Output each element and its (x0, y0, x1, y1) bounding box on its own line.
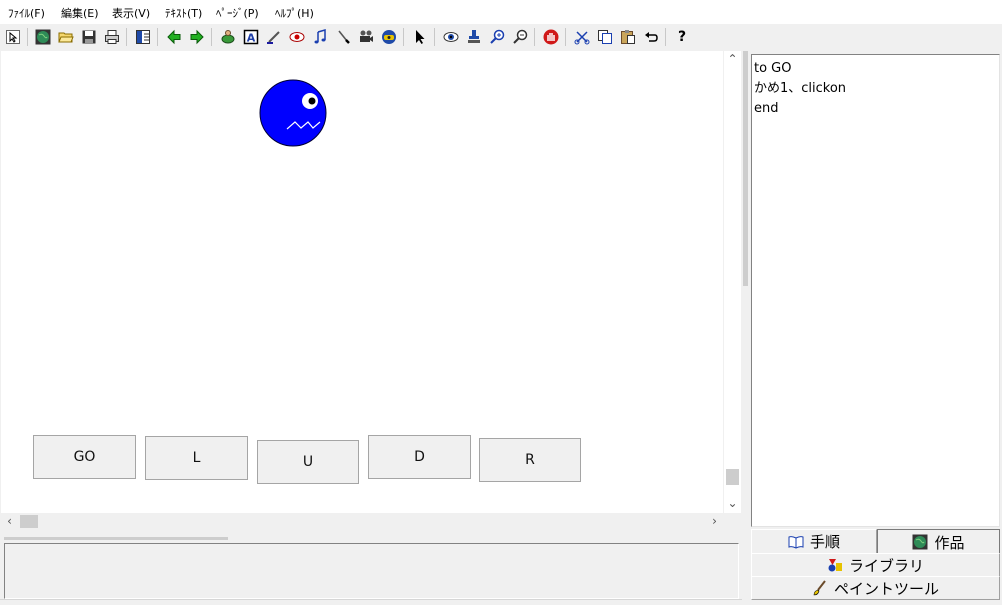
brush-icon[interactable] (333, 27, 353, 47)
code-line: to GO (754, 61, 792, 76)
film-projector-icon[interactable] (356, 27, 376, 47)
splitter-grip[interactable] (743, 51, 748, 286)
up-button[interactable]: U (257, 440, 359, 484)
toolbar: A ? (0, 24, 1002, 50)
stage-canvas[interactable]: GO L U D R (1, 51, 723, 513)
select-arrow-icon[interactable] (3, 27, 23, 47)
turtle-icon[interactable] (218, 27, 238, 47)
turtle-character[interactable] (258, 78, 328, 148)
tab-library[interactable]: ライブラリ (751, 553, 1000, 577)
pointer-icon[interactable] (410, 27, 430, 47)
print-icon[interactable] (102, 27, 122, 47)
open-folder-icon[interactable] (56, 27, 76, 47)
zoom-out-icon[interactable] (510, 27, 530, 47)
scroll-right-icon[interactable]: › (706, 513, 723, 530)
menu-text[interactable]: ﾃｷｽﾄ(T) (165, 5, 202, 21)
toolbar-separator (126, 28, 127, 46)
toolbar-separator (565, 28, 566, 46)
globe-icon (912, 534, 928, 550)
toolbar-separator (157, 28, 158, 46)
stamp-icon[interactable] (464, 27, 484, 47)
scroll-up-icon[interactable]: ⌃ (724, 51, 741, 68)
stop-hand-icon[interactable] (541, 27, 561, 47)
right-button[interactable]: R (479, 438, 581, 482)
book-icon (788, 535, 804, 549)
procedure-editor[interactable]: to GO かめ1、clickon end (751, 54, 1000, 527)
tab-procedures-label: 手順 (809, 533, 840, 551)
menu-view[interactable]: 表示(V) (112, 5, 150, 21)
globe-icon[interactable] (33, 27, 53, 47)
tab-paint-tools[interactable]: ペイントツール (751, 576, 1000, 600)
svg-text:A: A (247, 32, 256, 45)
toolbar-separator (211, 28, 212, 46)
toolbar-separator (665, 28, 666, 46)
menu-page[interactable]: ﾍﾟｰｼﾞ(P) (216, 5, 259, 21)
scroll-down-icon[interactable]: ⌄ (724, 495, 741, 512)
eye-icon[interactable] (441, 27, 461, 47)
menu-edit[interactable]: 編集(E) (61, 5, 99, 21)
status-divider (4, 537, 228, 540)
scissors-icon[interactable] (572, 27, 592, 47)
paintbrush-icon (813, 580, 826, 596)
bottom-strip (0, 599, 742, 605)
text-box-icon[interactable]: A (241, 27, 261, 47)
back-arrow-icon[interactable] (164, 27, 184, 47)
copy-icon[interactable] (595, 27, 615, 47)
vertical-scroll-thumb[interactable] (726, 469, 739, 485)
menu-bar: ﾌｧｲﾙ(F) 編集(E) 表示(V) ﾃｷｽﾄ(T) ﾍﾟｰｼﾞ(P) ﾍﾙﾌ… (0, 0, 1002, 24)
forward-arrow-icon[interactable] (187, 27, 207, 47)
tab-works-label: 作品 (934, 533, 965, 552)
go-button[interactable]: GO (33, 435, 136, 479)
tab-paint-tools-label: ペイントツール (833, 579, 939, 598)
toolbar-separator (434, 28, 435, 46)
code-line: end (754, 101, 779, 116)
toolbar-separator (27, 28, 28, 46)
tab-works[interactable]: 作品 (877, 529, 1000, 554)
shapes-icon (828, 559, 842, 572)
layout-icon[interactable] (133, 27, 153, 47)
horizontal-scroll-thumb[interactable] (20, 515, 38, 528)
horizontal-scrollbar[interactable]: ‹ › (1, 513, 723, 530)
save-icon[interactable] (79, 27, 99, 47)
zoom-in-icon[interactable] (487, 27, 507, 47)
help-icon[interactable]: ? (672, 27, 692, 47)
pen-tool-icon[interactable] (264, 27, 284, 47)
scroll-left-icon[interactable]: ‹ (1, 513, 18, 530)
music-note-icon[interactable] (310, 27, 330, 47)
command-center[interactable] (4, 543, 739, 599)
web-cam-icon[interactable] (379, 27, 399, 47)
eye-red-icon[interactable] (287, 27, 307, 47)
panel-splitter[interactable] (742, 51, 750, 604)
menu-file[interactable]: ﾌｧｲﾙ(F) (8, 5, 45, 21)
turtle-body (259, 79, 327, 147)
toolbar-separator (534, 28, 535, 46)
menu-help[interactable]: ﾍﾙﾌﾟ(H) (275, 5, 314, 21)
tab-procedures[interactable]: 手順 (751, 529, 877, 554)
left-button[interactable]: L (145, 436, 248, 480)
paste-icon[interactable] (618, 27, 638, 47)
code-line: かめ1、clickon (754, 81, 847, 96)
vertical-scrollbar[interactable]: ⌃ ⌄ (724, 51, 741, 513)
tab-library-label: ライブラリ (848, 556, 924, 575)
toolbar-separator (403, 28, 404, 46)
undo-icon[interactable] (641, 27, 661, 47)
down-button[interactable]: D (368, 435, 471, 479)
